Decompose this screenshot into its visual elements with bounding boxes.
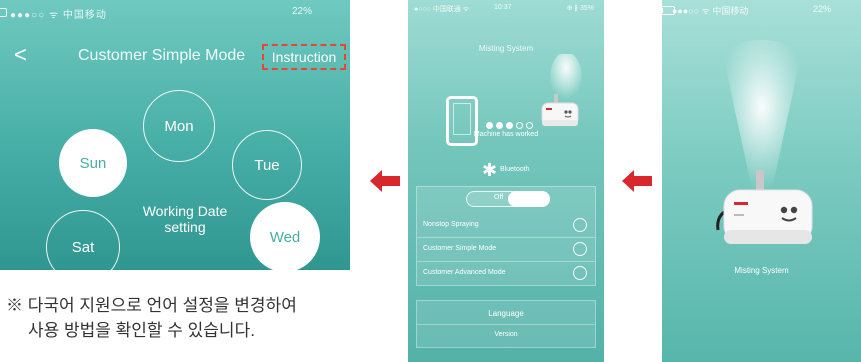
back-button[interactable]: < bbox=[14, 42, 27, 68]
customer-simple-mode-screen: ●●●○○ ᯤ 中国移动 22% < Customer Simple Mode … bbox=[0, 0, 350, 270]
toggle-label: Off bbox=[494, 194, 504, 201]
carrier-signal: ●●●○○ ᯤ 中国移动 bbox=[672, 6, 749, 16]
connection-dot bbox=[496, 122, 503, 129]
page-title: Customer Simple Mode bbox=[78, 47, 246, 64]
carrier-signal: ●●●○○ ᯤ 中国移动 bbox=[10, 10, 107, 21]
language-note: ※ 다국어 지원으로 언어 설정을 변경하여 사용 방법을 확인할 수 있습니다… bbox=[6, 293, 297, 343]
option-nonstop-spraying[interactable]: Nonstop Spraying bbox=[417, 213, 595, 238]
left-arrow-icon bbox=[622, 170, 652, 192]
option-customer-advanced-mode[interactable]: Customer Advanced Mode bbox=[417, 261, 595, 285]
bluetooth-icon: ✱ bbox=[482, 160, 498, 180]
instruction-button[interactable]: Instruction bbox=[262, 44, 346, 70]
battery-icon bbox=[662, 6, 675, 16]
app-title: Misting System bbox=[478, 44, 534, 53]
option-label: Nonstop Spraying bbox=[423, 221, 479, 228]
misting-system-home-screen: ●○○○ 中国联通 ᯤ 10:37 ⊕ ∦ 35% Misting System… bbox=[408, 0, 604, 362]
day-wed-button[interactable]: Wed bbox=[250, 202, 320, 270]
app-name-label: Misting System bbox=[734, 266, 789, 275]
note-line2: 사용 방법을 확인할 수 있습니다. bbox=[28, 321, 255, 340]
working-date-line1: Working Date bbox=[142, 203, 228, 219]
status-bar: ●●●○○ ᯤ 中国移动 22% bbox=[0, 0, 350, 22]
battery-percent: ⊕ ∦ 35% bbox=[566, 5, 594, 12]
day-sat-button[interactable]: Sat bbox=[46, 210, 120, 270]
clock-time: 10:37 bbox=[494, 4, 512, 11]
connection-dot bbox=[486, 122, 493, 129]
day-sun-button[interactable]: Sun bbox=[59, 129, 127, 197]
settings-panel bbox=[416, 300, 596, 348]
misting-machine-icon bbox=[541, 94, 579, 126]
option-customer-simple-mode[interactable]: Customer Simple Mode bbox=[417, 237, 595, 262]
day-tue-button[interactable]: Tue bbox=[232, 130, 302, 200]
mist-icon bbox=[722, 40, 802, 190]
version-button[interactable]: Version bbox=[408, 331, 604, 338]
option-label: Customer Simple Mode bbox=[423, 245, 497, 252]
working-date-label: Working Date setting bbox=[120, 203, 250, 235]
bluetooth-label: Bluetooth bbox=[500, 166, 530, 173]
left-arrow-icon bbox=[370, 170, 400, 192]
misting-machine-icon bbox=[716, 170, 813, 244]
working-date-line2: setting bbox=[164, 219, 206, 235]
option-label: Customer Advanced Mode bbox=[423, 269, 506, 276]
status-bar: ●●●○○ ᯤ 中国移动 22% bbox=[662, 0, 861, 16]
battery-icon bbox=[0, 7, 7, 17]
note-line1: ※ 다국어 지원으로 언어 설정을 변경하여 bbox=[6, 296, 297, 315]
phone-icon bbox=[446, 96, 478, 146]
connection-dot bbox=[506, 122, 513, 129]
machine-status-text: Machine has worked bbox=[473, 131, 539, 138]
radio-button[interactable] bbox=[573, 218, 587, 232]
radio-button[interactable] bbox=[573, 266, 587, 280]
battery-percent: 22% bbox=[291, 6, 312, 17]
connection-dot bbox=[526, 122, 533, 129]
battery-percent: 22% bbox=[812, 4, 831, 14]
connection-dot bbox=[516, 122, 523, 129]
carrier-signal: ●○○○ 中国联通 ᯤ bbox=[414, 6, 470, 13]
splash-screen: ●●●○○ ᯤ 中国移动 22% Misting System bbox=[662, 0, 861, 362]
language-button[interactable]: Language bbox=[408, 309, 604, 318]
toggle-knob[interactable] bbox=[508, 191, 550, 207]
divider bbox=[417, 324, 595, 325]
radio-button[interactable] bbox=[573, 242, 587, 256]
day-mon-button[interactable]: Mon bbox=[143, 90, 215, 162]
status-bar: ●○○○ 中国联通 ᯤ 10:37 ⊕ ∦ 35% bbox=[408, 0, 604, 16]
